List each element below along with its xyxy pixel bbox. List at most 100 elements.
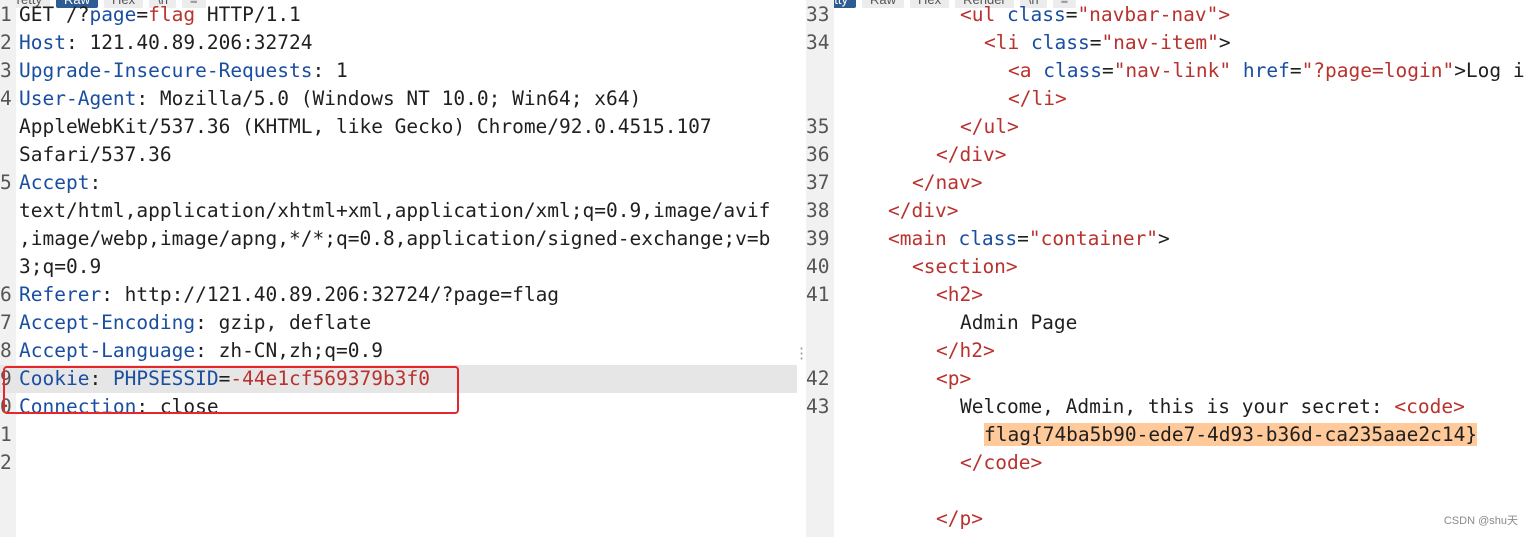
line-code[interactable]: </p> bbox=[840, 505, 983, 533]
line-code[interactable]: Upgrade-Insecure-Requests: 1 bbox=[19, 57, 348, 85]
request-line: 5 Accept: bbox=[0, 169, 797, 197]
request-line: 2 bbox=[0, 449, 797, 477]
request-line: 6 Referer: http://121.40.89.206:32724/?pa… bbox=[0, 281, 797, 309]
line-code[interactable]: <h2> bbox=[840, 281, 983, 309]
token: > bbox=[1158, 227, 1170, 250]
request-line: 8 Accept-Language: zh-CN,zh;q=0.9 bbox=[0, 337, 797, 365]
line-number: 33 bbox=[806, 3, 830, 26]
token: class bbox=[1043, 59, 1102, 82]
token: "navbar-nav" bbox=[1077, 3, 1219, 26]
line-code[interactable]: </div> bbox=[840, 197, 958, 225]
line-code[interactable]: </nav> bbox=[840, 169, 982, 197]
line-code[interactable]: </code> bbox=[840, 449, 1042, 477]
response-line: 42 <p> bbox=[806, 365, 1532, 393]
line-code[interactable]: </li> bbox=[840, 85, 1067, 113]
response-line: </p> bbox=[806, 505, 1532, 533]
line-number: 40 bbox=[806, 255, 830, 278]
line-code[interactable]: Connection: close bbox=[19, 393, 219, 421]
token: "?page=login" bbox=[1301, 59, 1455, 82]
line-code[interactable]: Accept-Language: zh-CN,zh;q=0.9 bbox=[19, 337, 383, 365]
token: : bbox=[89, 171, 102, 194]
line-number: 0 bbox=[0, 395, 12, 418]
line-number: 41 bbox=[806, 283, 830, 306]
token: </div> bbox=[936, 143, 1007, 166]
token: ul bbox=[971, 3, 996, 26]
line-code[interactable]: flag{74ba5b90-ede7-4d93-b36d-ca235aae2c1… bbox=[840, 421, 1478, 449]
request-line: 1 GET /?page=flag HTTP/1.1 bbox=[0, 1, 797, 29]
line-code[interactable]: </ul> bbox=[840, 113, 1019, 141]
line-code[interactable]: <p> bbox=[840, 365, 971, 393]
line-code[interactable]: Cookie: PHPSESSID=-44e1cf569379b3f0 bbox=[19, 365, 430, 393]
line-code[interactable]: Host: 121.40.89.206:32724 bbox=[19, 29, 313, 57]
line-code[interactable]: <main class="container"> bbox=[840, 225, 1170, 253]
line-number: 36 bbox=[806, 143, 830, 166]
request-editor-pane[interactable]: PrettyRawHex\n≡ 1GET /?page=flag HTTP/1.… bbox=[0, 0, 797, 537]
line-code[interactable]: Admin Page bbox=[840, 309, 1077, 337]
token: HTTP/1.1 bbox=[195, 3, 301, 26]
token: </code> bbox=[960, 451, 1043, 474]
line-code[interactable]: AppleWebKit/537.36 (KHTML, like Gecko) C… bbox=[19, 113, 712, 141]
line-number: 1 bbox=[0, 423, 12, 446]
token: ,image/webp,image/apng,*/*;q=0.8,applica… bbox=[19, 227, 771, 250]
response-line: 34 <li class="nav-item"> bbox=[806, 29, 1532, 57]
token: 3;q=0.9 bbox=[19, 255, 102, 278]
line-code[interactable]: Accept-Encoding: gzip, deflate bbox=[19, 309, 371, 337]
line-number: 1 bbox=[0, 3, 12, 26]
line-code[interactable]: </h2> bbox=[840, 337, 995, 365]
line-code[interactable]: Referer: http://121.40.89.206:32724/?pag… bbox=[19, 281, 559, 309]
line-code[interactable]: User-Agent: Mozilla/5.0 (Windows NT 10.0… bbox=[19, 85, 641, 113]
token: Upgrade-Insecure-Requests bbox=[19, 59, 313, 82]
response-line: <a class="nav-link" href="?page=login">L… bbox=[806, 57, 1532, 85]
response-line: flag{74ba5b90-ede7-4d93-b36d-ca235aae2c1… bbox=[806, 421, 1532, 449]
response-line: 37 </nav> bbox=[806, 169, 1532, 197]
response-line: 41 <h2> bbox=[806, 281, 1532, 309]
token: Safari/537.36 bbox=[19, 143, 172, 166]
line-code[interactable]: Accept: bbox=[19, 169, 101, 197]
line-code[interactable]: text/html,application/xhtml+xml,applicat… bbox=[19, 197, 770, 225]
request-line: 3;q=0.9 bbox=[0, 253, 797, 281]
line-number: 7 bbox=[0, 311, 12, 334]
token: Connection bbox=[19, 395, 137, 418]
token: class bbox=[1030, 31, 1090, 54]
line-code[interactable]: GET /?page=flag HTTP/1.1 bbox=[19, 1, 301, 29]
line-code[interactable]: 3;q=0.9 bbox=[19, 253, 101, 281]
line-code[interactable]: <section> bbox=[840, 253, 1018, 281]
token: "container" bbox=[1028, 227, 1159, 250]
line-code[interactable]: </div> bbox=[840, 141, 1006, 169]
pane-divider[interactable] bbox=[797, 0, 806, 537]
token: </li> bbox=[1008, 87, 1067, 110]
line-code[interactable]: ,image/webp,image/apng,*/*;q=0.8,applica… bbox=[19, 225, 770, 253]
line-code[interactable]: <a class="nav-link" href="?page=login">L… bbox=[840, 57, 1525, 85]
line-number: 38 bbox=[806, 199, 830, 222]
token: = bbox=[1017, 227, 1029, 250]
token: <section> bbox=[912, 255, 1018, 278]
line-number: 37 bbox=[806, 171, 830, 194]
line-code[interactable]: Safari/537.36 bbox=[19, 141, 172, 169]
token: Referer bbox=[19, 283, 102, 306]
token: <li bbox=[984, 31, 1020, 54]
flag-value: flag{74ba5b90-ede7-4d93-b36d-ca235aae2c1… bbox=[984, 423, 1478, 446]
line-number: 3 bbox=[0, 59, 12, 82]
line-number: 43 bbox=[806, 395, 830, 418]
token: : 1 bbox=[312, 59, 348, 82]
token: <p> bbox=[936, 367, 972, 390]
token: >Log i bbox=[1454, 59, 1525, 82]
line-code[interactable]: Welcome, Admin, this is your secret: <co… bbox=[840, 393, 1465, 421]
token: : gzip, deflate bbox=[195, 311, 372, 334]
response-line bbox=[806, 477, 1532, 505]
line-code[interactable]: <ul class="navbar-nav"> bbox=[840, 1, 1230, 29]
response-line: 40 <section> bbox=[806, 253, 1532, 281]
token: -44e1cf569379b3f0 bbox=[230, 367, 430, 390]
request-line: 9 Cookie: PHPSESSID=-44e1cf569379b3f0 bbox=[0, 365, 797, 393]
divider-grip-icon[interactable]: · · · bbox=[797, 343, 806, 366]
token: class bbox=[1006, 3, 1066, 26]
response-line: 39 <main class="container"> bbox=[806, 225, 1532, 253]
line-code[interactable]: <li class="nav-item"> bbox=[840, 29, 1231, 57]
token: <a bbox=[1008, 59, 1032, 82]
token: : Mozilla/5.0 (Windows NT 10.0; Win64; x… bbox=[136, 87, 642, 110]
response-viewer-pane[interactable]: PrettyRawHexRender\n≡ 33<ul class="navba… bbox=[806, 0, 1532, 537]
token: <code> bbox=[1394, 395, 1465, 418]
